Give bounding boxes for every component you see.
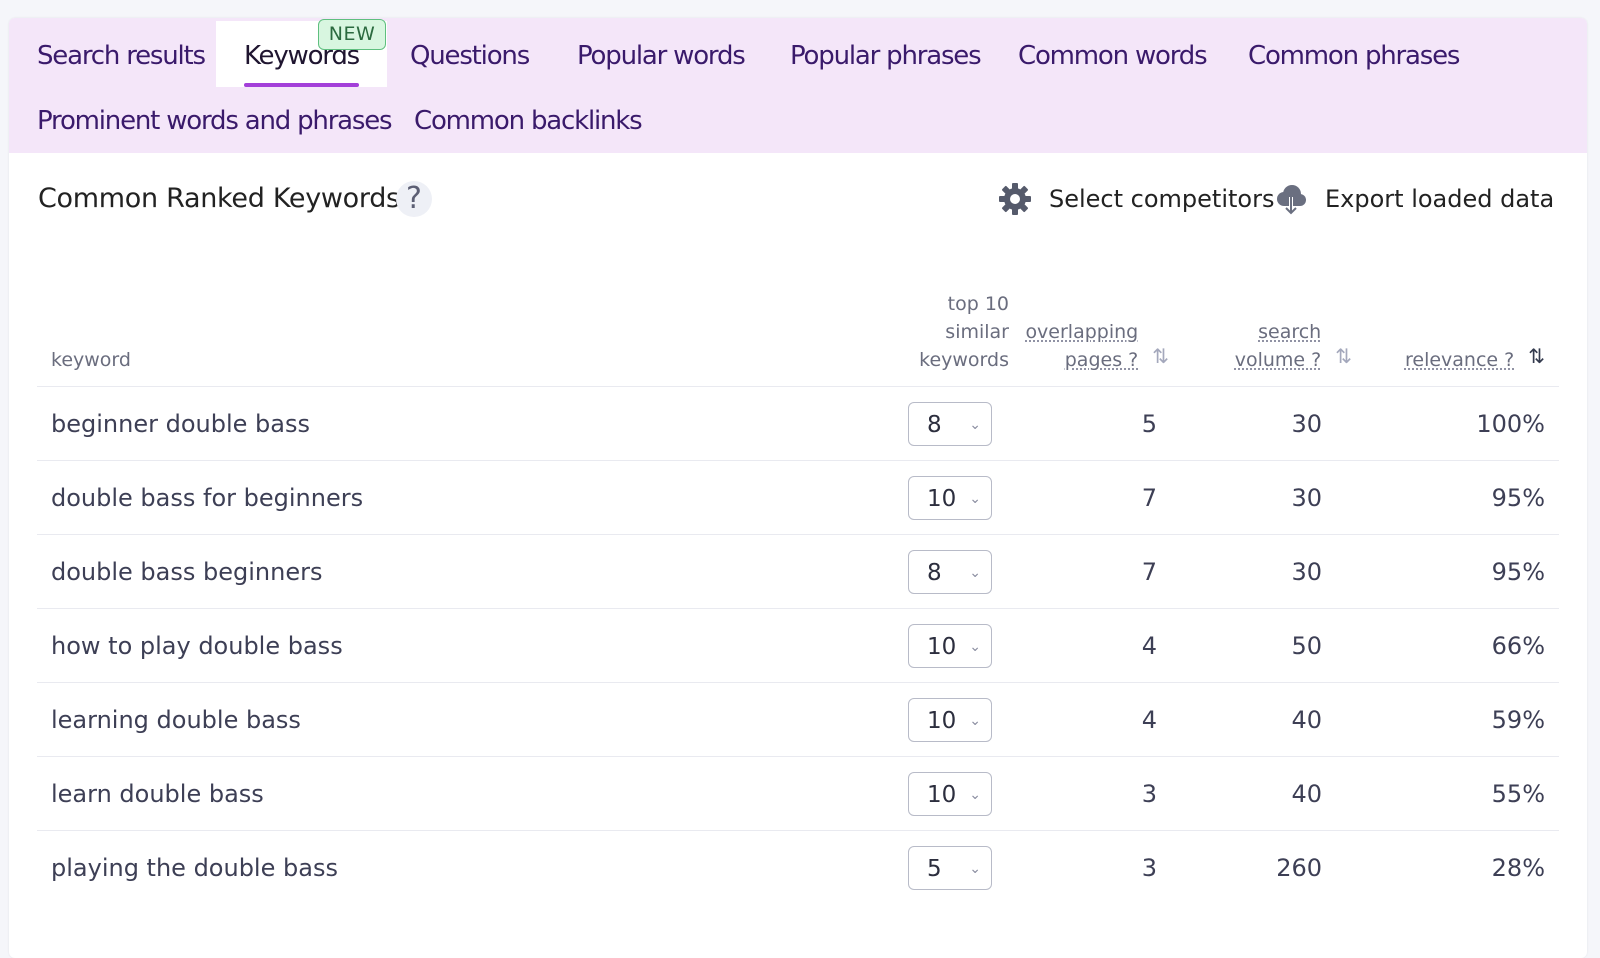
search-volume-cell: 260 bbox=[1169, 831, 1364, 905]
similar-keywords-cell: 10 ⌄ bbox=[885, 757, 1015, 831]
gear-icon bbox=[997, 181, 1033, 217]
tab-common-phrases[interactable]: Common phrases bbox=[1248, 21, 1459, 87]
column-header-overlapping-pages[interactable]: overlapping pages ? ⇅ bbox=[1015, 290, 1169, 387]
overlapping-pages-cell: 3 bbox=[1015, 831, 1169, 905]
similar-keywords-select[interactable]: 10 ⌄ bbox=[908, 476, 992, 520]
search-volume-cell: 50 bbox=[1169, 609, 1364, 683]
similar-keywords-cell: 10 ⌄ bbox=[885, 683, 1015, 757]
section-title: Common Ranked Keywords bbox=[38, 183, 400, 214]
chevron-down-icon: ⌄ bbox=[969, 403, 981, 447]
chevron-down-icon: ⌄ bbox=[969, 699, 981, 743]
similar-keywords-select[interactable]: 10 ⌄ bbox=[908, 624, 992, 668]
chevron-down-icon: ⌄ bbox=[969, 477, 981, 521]
column-header-search-volume[interactable]: search volume ? ⇅ bbox=[1169, 290, 1364, 387]
relevance-cell: 95% bbox=[1364, 461, 1559, 535]
similar-keywords-cell: 10 ⌄ bbox=[885, 461, 1015, 535]
search-volume-cell: 30 bbox=[1169, 535, 1364, 609]
keywords-table: keyword top 10 similar keywords overlapp… bbox=[37, 290, 1559, 904]
similar-keywords-select[interactable]: 5 ⌄ bbox=[908, 846, 992, 890]
search-volume-cell: 30 bbox=[1169, 461, 1364, 535]
chevron-down-icon: ⌄ bbox=[969, 551, 981, 595]
chevron-down-icon: ⌄ bbox=[969, 847, 981, 891]
similar-keywords-select[interactable]: 8 ⌄ bbox=[908, 550, 992, 594]
similar-keywords-select[interactable]: 8 ⌄ bbox=[908, 402, 992, 446]
tab-search-results[interactable]: Search results bbox=[37, 21, 205, 87]
search-volume-cell: 40 bbox=[1169, 683, 1364, 757]
select-value: 5 bbox=[927, 847, 942, 891]
select-value: 10 bbox=[927, 699, 956, 743]
export-button[interactable]: Export loaded data bbox=[1273, 178, 1554, 220]
relevance-cell: 28% bbox=[1364, 831, 1559, 905]
relevance-cell: 95% bbox=[1364, 535, 1559, 609]
cloud-download-icon bbox=[1273, 181, 1309, 217]
table-row: double bass for beginners 10 ⌄ 7 30 95% bbox=[37, 461, 1559, 535]
column-header-relevance[interactable]: relevance ? ⇅ bbox=[1364, 290, 1559, 387]
keyword-cell: learn double bass bbox=[37, 757, 885, 831]
select-value: 10 bbox=[927, 477, 956, 521]
overlapping-pages-cell: 7 bbox=[1015, 535, 1169, 609]
content-card: Search results Keywords NEW Questions Po… bbox=[9, 18, 1587, 958]
tab-common-backlinks[interactable]: Common backlinks bbox=[414, 86, 641, 152]
select-competitors-label: Select competitors bbox=[1049, 185, 1274, 213]
column-header-similar-keywords: top 10 similar keywords bbox=[885, 290, 1015, 387]
table-row: learning double bass 10 ⌄ 4 40 59% bbox=[37, 683, 1559, 757]
table-row: learn double bass 10 ⌄ 3 40 55% bbox=[37, 757, 1559, 831]
sort-arrows-icon[interactable]: ⇅ bbox=[1335, 346, 1352, 366]
similar-keywords-cell: 5 ⌄ bbox=[885, 831, 1015, 905]
search-volume-cell: 40 bbox=[1169, 757, 1364, 831]
relevance-cell: 66% bbox=[1364, 609, 1559, 683]
help-icon[interactable]: ? bbox=[396, 181, 432, 217]
tab-popular-words[interactable]: Popular words bbox=[577, 21, 745, 87]
export-label: Export loaded data bbox=[1325, 185, 1554, 213]
select-value: 8 bbox=[927, 551, 942, 595]
relevance-cell: 59% bbox=[1364, 683, 1559, 757]
select-value: 10 bbox=[927, 625, 956, 669]
tab-keywords[interactable]: Keywords NEW bbox=[216, 21, 387, 87]
similar-keywords-cell: 8 ⌄ bbox=[885, 535, 1015, 609]
tab-common-words[interactable]: Common words bbox=[1018, 21, 1206, 87]
tab-prominent-words-and-phrases[interactable]: Prominent words and phrases bbox=[37, 86, 391, 152]
tab-bar: Search results Keywords NEW Questions Po… bbox=[9, 18, 1587, 153]
table-row: playing the double bass 5 ⌄ 3 260 28% bbox=[37, 831, 1559, 905]
table-row: double bass beginners 8 ⌄ 7 30 95% bbox=[37, 535, 1559, 609]
new-badge: NEW bbox=[318, 19, 386, 50]
table-header-row: keyword top 10 similar keywords overlapp… bbox=[37, 290, 1559, 387]
table-row: how to play double bass 10 ⌄ 4 50 66% bbox=[37, 609, 1559, 683]
keyword-cell: playing the double bass bbox=[37, 831, 885, 905]
keyword-cell: how to play double bass bbox=[37, 609, 885, 683]
overlapping-pages-cell: 7 bbox=[1015, 461, 1169, 535]
similar-keywords-select[interactable]: 10 ⌄ bbox=[908, 772, 992, 816]
keyword-cell: learning double bass bbox=[37, 683, 885, 757]
select-competitors-button[interactable]: Select competitors bbox=[997, 178, 1274, 220]
overlapping-pages-cell: 4 bbox=[1015, 609, 1169, 683]
keyword-cell: beginner double bass bbox=[37, 387, 885, 461]
select-value: 8 bbox=[927, 403, 942, 447]
chevron-down-icon: ⌄ bbox=[969, 625, 981, 669]
table-row: beginner double bass 8 ⌄ 5 30 100% bbox=[37, 387, 1559, 461]
tab-questions[interactable]: Questions bbox=[410, 21, 529, 87]
select-value: 10 bbox=[927, 773, 956, 817]
overlapping-pages-cell: 5 bbox=[1015, 387, 1169, 461]
search-volume-cell: 30 bbox=[1169, 387, 1364, 461]
relevance-cell: 55% bbox=[1364, 757, 1559, 831]
keyword-cell: double bass beginners bbox=[37, 535, 885, 609]
relevance-cell: 100% bbox=[1364, 387, 1559, 461]
sort-arrows-icon[interactable]: ⇅ bbox=[1528, 346, 1545, 366]
sort-arrows-icon[interactable]: ⇅ bbox=[1152, 346, 1169, 366]
overlapping-pages-cell: 3 bbox=[1015, 757, 1169, 831]
similar-keywords-cell: 10 ⌄ bbox=[885, 609, 1015, 683]
column-header-keyword: keyword bbox=[37, 290, 885, 387]
keyword-cell: double bass for beginners bbox=[37, 461, 885, 535]
tab-popular-phrases[interactable]: Popular phrases bbox=[790, 21, 980, 87]
similar-keywords-select[interactable]: 10 ⌄ bbox=[908, 698, 992, 742]
chevron-down-icon: ⌄ bbox=[969, 773, 981, 817]
overlapping-pages-cell: 4 bbox=[1015, 683, 1169, 757]
similar-keywords-cell: 8 ⌄ bbox=[885, 387, 1015, 461]
